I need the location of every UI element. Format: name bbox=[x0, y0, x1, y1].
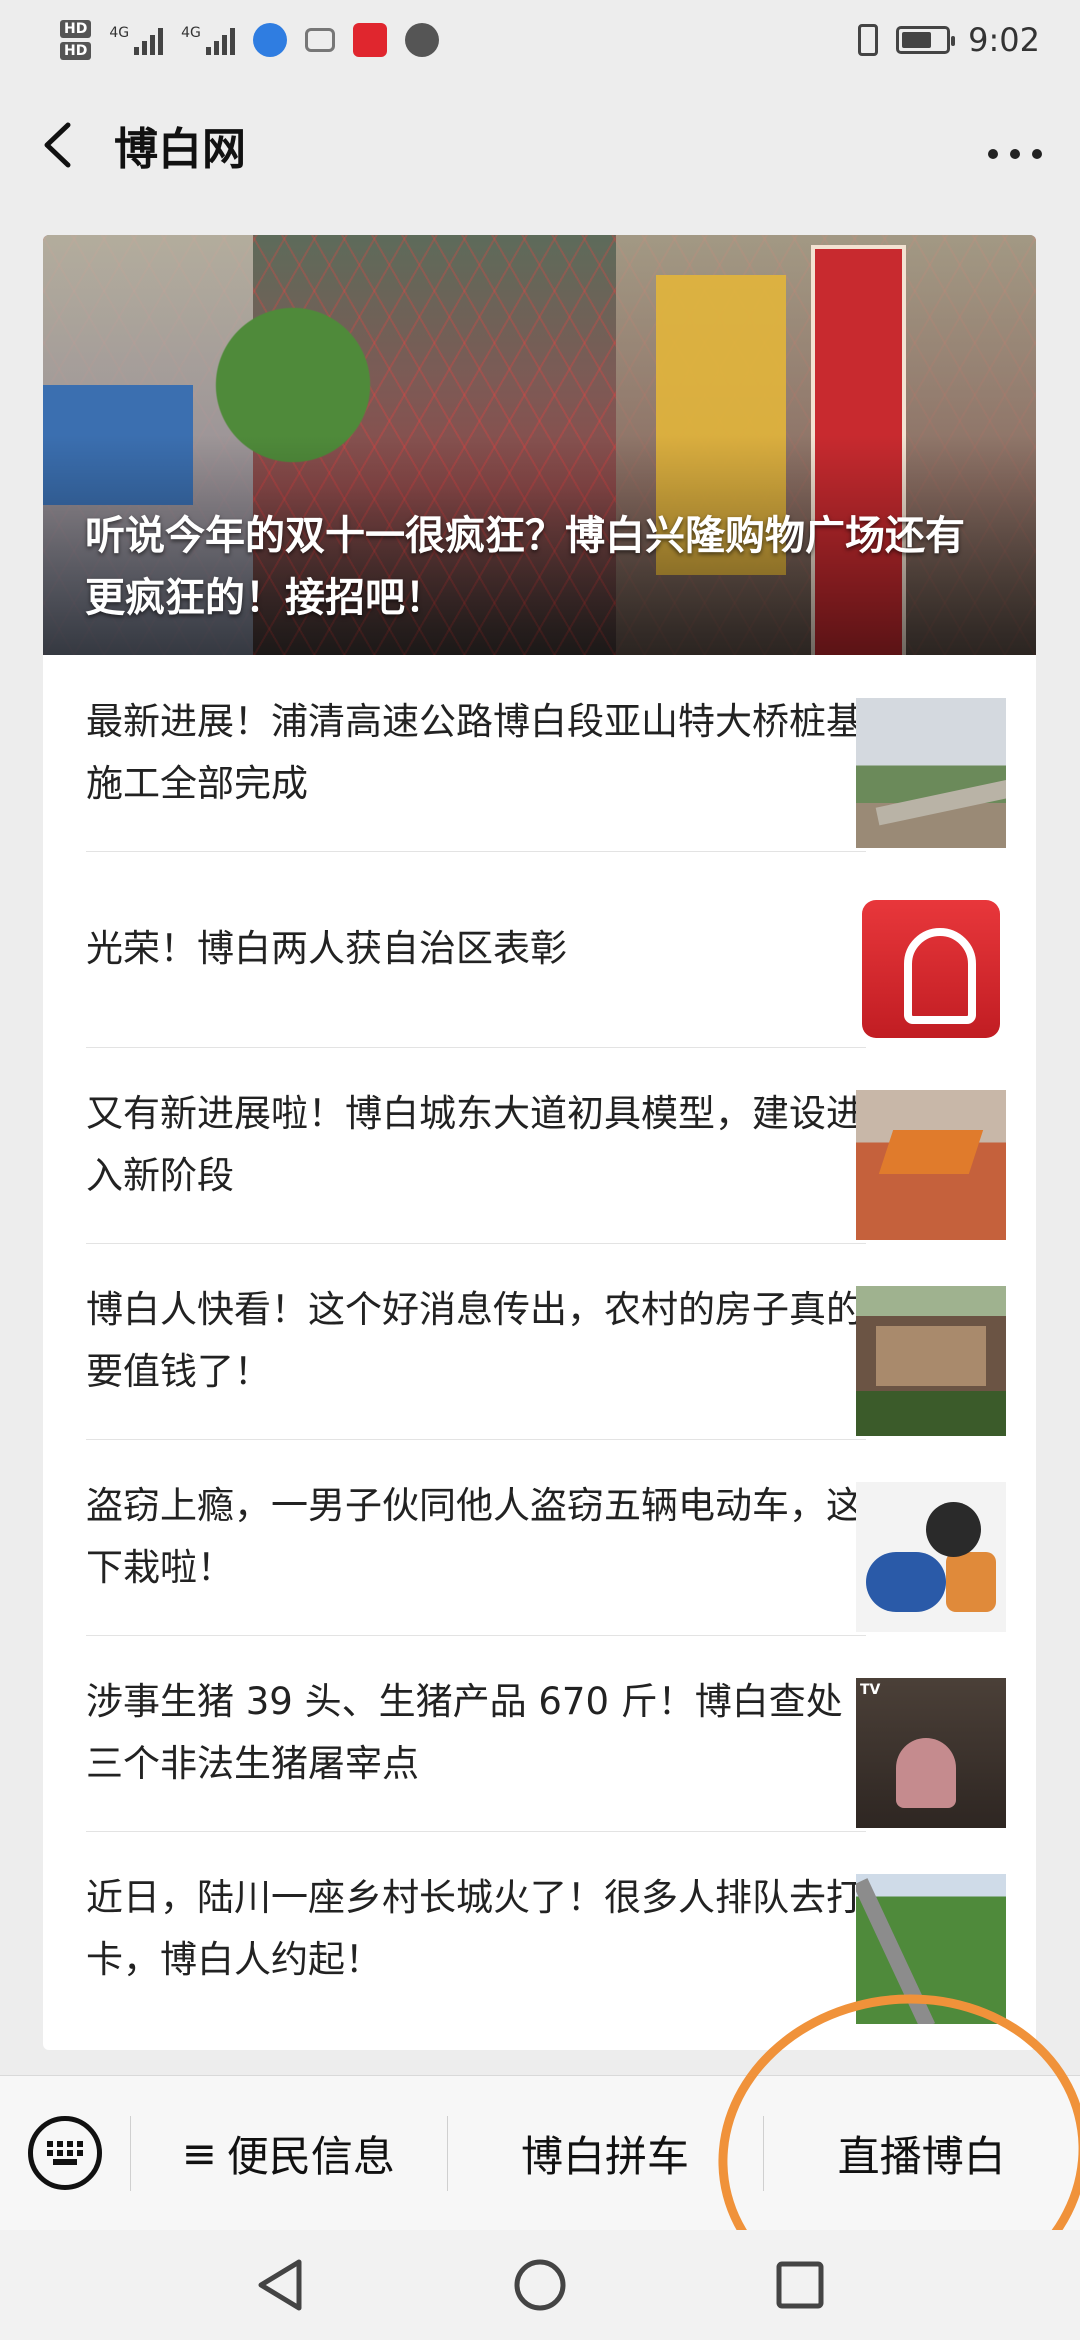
status-bar: HD HD 4G 4G 9:02 bbox=[0, 0, 1080, 80]
triangle-back-icon bbox=[258, 2259, 302, 2311]
wechat-icon bbox=[404, 23, 439, 57]
keyboard-icon bbox=[28, 2116, 102, 2190]
back-button[interactable] bbox=[30, 118, 84, 172]
article-item[interactable]: 博白人快看！这个好消息传出，农村的房子真的要值钱了！ bbox=[43, 1243, 1036, 1439]
network-type-label: 4G bbox=[109, 25, 130, 41]
menu-carpool[interactable]: 博白拼车 bbox=[446, 2076, 764, 2231]
article-title: 涉事生猪 39 头、生猪产品 670 斤！博白查处三个非法生猪屠宰点 bbox=[86, 1680, 843, 1785]
chevron-left-icon bbox=[44, 122, 71, 168]
menu-convenience-info[interactable]: ≡ 便民信息 bbox=[130, 2076, 447, 2231]
article-item[interactable]: 又有新进展啦！博白城东大道初具模型，建设进入新阶段 bbox=[43, 1047, 1036, 1243]
thumbs-up-icon bbox=[862, 900, 1000, 1038]
square-recents-icon bbox=[776, 2261, 824, 2309]
bridge-construction-thumbnail bbox=[856, 698, 1006, 848]
signal-icon: 4G bbox=[109, 25, 164, 55]
browser-icon bbox=[252, 23, 287, 57]
audio-wave-icon bbox=[304, 28, 335, 52]
article-item[interactable]: 涉事生猪 39 头、生猪产品 670 斤！博白查处三个非法生猪屠宰点 TV bbox=[43, 1635, 1036, 1831]
article-item[interactable]: 光荣！博白两人获自治区表彰 bbox=[43, 851, 1036, 1047]
article-title: 最新进展！浦清高速公路博白段亚山特大桥桩基施工全部完成 bbox=[86, 700, 863, 805]
menu-label: 博白拼车 bbox=[521, 2131, 690, 2181]
app-notification-icon bbox=[352, 23, 387, 57]
article-title: 博白人快看！这个好消息传出，农村的房子真的要值钱了！ bbox=[86, 1288, 863, 1393]
nav-back-button[interactable] bbox=[240, 2245, 320, 2325]
vibrate-icon bbox=[858, 24, 879, 56]
app-header: 博白网 bbox=[0, 90, 1080, 200]
more-options-button[interactable] bbox=[980, 121, 1050, 170]
battery-icon bbox=[896, 26, 956, 54]
network-type-label-2: 4G bbox=[181, 25, 201, 41]
article-list: 最新进展！浦清高速公路博白段亚山特大桥桩基施工全部完成 光荣！博白两人获自治区表… bbox=[43, 655, 1036, 2027]
system-nav-bar bbox=[0, 2230, 1080, 2340]
clock: 9:02 bbox=[968, 21, 1040, 59]
tv-watermark: TV bbox=[860, 1682, 881, 1698]
article-item[interactable]: 最新进展！浦清高速公路博白段亚山特大桥桩基施工全部完成 bbox=[43, 655, 1036, 851]
signal-icon-2: 4G bbox=[181, 25, 235, 55]
keyboard-toggle-button[interactable] bbox=[0, 2076, 130, 2231]
article-title: 近日，陆川一座乡村长城火了！很多人排队去打卡，博白人约起！ bbox=[86, 1876, 863, 1981]
thumbs-up-logo-thumbnail bbox=[856, 894, 1006, 1044]
article-title: 光荣！博白两人获自治区表彰 bbox=[86, 927, 567, 970]
battery-fill bbox=[902, 32, 932, 48]
article-title: 盗窃上瘾，一男子伙同他人盗窃五辆电动车，这下栽啦！ bbox=[86, 1484, 863, 1589]
article-item[interactable]: 盗窃上瘾，一男子伙同他人盗窃五辆电动车，这下栽啦！ bbox=[43, 1439, 1036, 1635]
menu-list-icon: ≡ bbox=[181, 2128, 217, 2178]
rural-house-thumbnail bbox=[856, 1286, 1006, 1436]
status-left: HD HD 4G 4G bbox=[60, 20, 439, 60]
article-title: 又有新进展啦！博白城东大道初具模型，建设进入新阶段 bbox=[86, 1092, 863, 1197]
more-dots-icon bbox=[988, 148, 1042, 159]
pig-slaughter-thumbnail: TV bbox=[856, 1678, 1006, 1828]
nav-recents-button[interactable] bbox=[760, 2245, 840, 2325]
circle-home-icon bbox=[514, 2259, 566, 2311]
hero-article[interactable]: 听说今年的双十一很疯狂？博白兴隆购物广场还有更疯狂的！接招吧！ bbox=[43, 235, 1036, 655]
nav-home-button[interactable] bbox=[500, 2245, 580, 2325]
page-title: 博白网 bbox=[114, 124, 246, 175]
hd-indicator: HD HD bbox=[60, 20, 92, 60]
hero-title: 听说今年的双十一很疯狂？博白兴隆购物广场还有更疯狂的！接招吧！ bbox=[85, 513, 965, 621]
thief-cartoon-thumbnail bbox=[856, 1482, 1006, 1632]
article-card: 听说今年的双十一很疯狂？博白兴隆购物广场还有更疯狂的！接招吧！ 最新进展！浦清高… bbox=[43, 235, 1036, 2050]
status-right: 9:02 bbox=[858, 21, 1040, 59]
menu-label: 便民信息 bbox=[226, 2131, 395, 2181]
excavator-thumbnail bbox=[856, 1090, 1006, 1240]
